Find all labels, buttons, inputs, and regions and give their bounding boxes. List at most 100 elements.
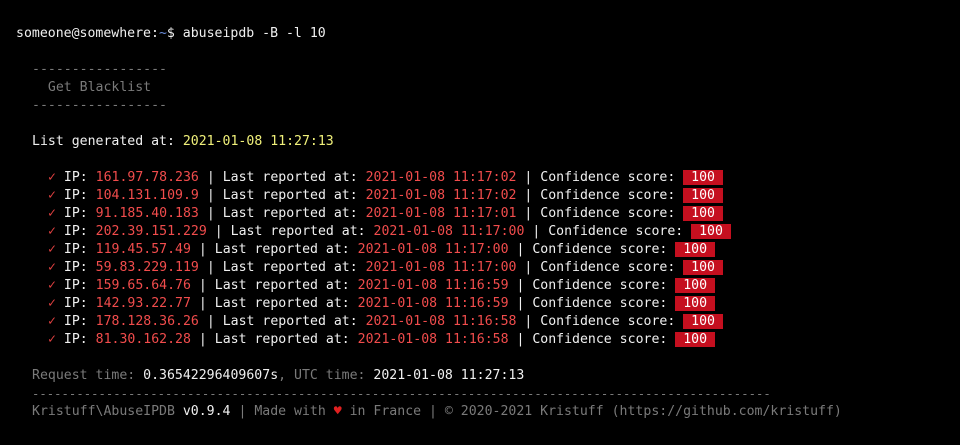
check-icon: ✓ bbox=[48, 206, 56, 221]
ip-label: IP: bbox=[55, 296, 96, 311]
check-icon: ✓ bbox=[48, 260, 56, 275]
ip-address: 159.65.64.76 bbox=[95, 278, 191, 293]
confidence-score-badge: 100 bbox=[675, 332, 715, 347]
generated-timestamp: 2021-01-08 11:27:13 bbox=[182, 134, 334, 149]
check-icon: ✓ bbox=[48, 188, 56, 203]
last-reported-date: 2021-01-08 11:16:59 bbox=[357, 296, 509, 311]
confidence-label: | Confidence score: bbox=[508, 332, 676, 347]
header-rule-bottom: ----------------- bbox=[32, 98, 167, 113]
last-reported-date: 2021-01-08 11:17:01 bbox=[365, 206, 517, 221]
request-line: Request time: 0.36542296409607s, UTC tim… bbox=[32, 367, 524, 385]
ip-label: IP: bbox=[55, 332, 96, 347]
footer-line: Kristuff\AbuseIPDB v0.9.4 | Made with ♥ … bbox=[32, 403, 842, 421]
header-title: Get Blacklist bbox=[32, 80, 152, 95]
last-reported-label: | Last reported at: bbox=[198, 188, 366, 203]
footer-rule: ----------------------------------------… bbox=[32, 387, 771, 401]
check-icon: ✓ bbox=[48, 170, 56, 185]
confidence-label: | Confidence score: bbox=[508, 278, 676, 293]
last-reported-date: 2021-01-08 11:17:02 bbox=[365, 170, 517, 185]
last-reported-label: | Last reported at: bbox=[206, 224, 374, 239]
prompt-dollar: $ bbox=[166, 26, 183, 41]
check-icon: ✓ bbox=[48, 314, 56, 329]
utc-timestamp: 2021-01-08 11:27:13 bbox=[373, 368, 525, 383]
ip-label: IP: bbox=[55, 224, 96, 239]
confidence-score-badge: 100 bbox=[683, 170, 723, 185]
last-reported-date: 2021-01-08 11:17:00 bbox=[365, 260, 517, 275]
confidence-label: | Confidence score: bbox=[524, 224, 692, 239]
table-row: ✓ IP: 91.185.40.183 | Last reported at: … bbox=[48, 205, 723, 223]
confidence-label: | Confidence score: bbox=[508, 296, 676, 311]
last-reported-label: | Last reported at: bbox=[198, 206, 366, 221]
table-row: ✓ IP: 202.39.151.229 | Last reported at:… bbox=[48, 223, 731, 241]
confidence-label: | Confidence score: bbox=[516, 206, 684, 221]
check-icon: ✓ bbox=[48, 278, 56, 293]
confidence-label: | Confidence score: bbox=[516, 260, 684, 275]
confidence-score-badge: 100 bbox=[691, 224, 731, 239]
ip-label: IP: bbox=[55, 188, 96, 203]
table-row: ✓ IP: 59.83.229.119 | Last reported at: … bbox=[48, 259, 723, 277]
confidence-label: | Confidence score: bbox=[516, 188, 684, 203]
header-rule-top: ----------------- bbox=[32, 62, 167, 77]
footer-made-with: | Made with bbox=[230, 404, 334, 419]
confidence-score-badge: 100 bbox=[683, 260, 723, 275]
confidence-score-badge: 100 bbox=[683, 314, 723, 329]
last-reported-date: 2021-01-08 11:17:00 bbox=[357, 242, 509, 257]
last-reported-label: | Last reported at: bbox=[198, 314, 366, 329]
footer-brand: Kristuff\AbuseIPDB bbox=[32, 404, 183, 419]
prompt-colon: : bbox=[150, 26, 159, 41]
check-icon: ✓ bbox=[48, 242, 56, 257]
prompt-command: abuseipdb -B -l 10 bbox=[182, 26, 326, 41]
utc-label: , UTC time: bbox=[278, 368, 374, 383]
last-reported-label: | Last reported at: bbox=[198, 170, 366, 185]
ip-label: IP: bbox=[55, 278, 96, 293]
check-icon: ✓ bbox=[48, 224, 56, 239]
last-reported-label: | Last reported at: bbox=[190, 278, 358, 293]
heart-icon: ♥ bbox=[333, 404, 342, 419]
check-icon: ✓ bbox=[48, 296, 56, 311]
footer-credits[interactable]: in France | © 2020-2021 Kristuff (https:… bbox=[342, 404, 842, 419]
confidence-label: | Confidence score: bbox=[508, 242, 676, 257]
generated-label: List generated at: bbox=[32, 134, 183, 149]
confidence-label: | Confidence score: bbox=[516, 170, 684, 185]
prompt-user-host: someone@somewhere bbox=[16, 26, 151, 41]
prompt-path: ~ bbox=[158, 26, 167, 41]
ip-address: 91.185.40.183 bbox=[95, 206, 199, 221]
footer-version: v0.9.4 bbox=[182, 404, 231, 419]
ip-label: IP: bbox=[55, 242, 96, 257]
table-row: ✓ IP: 159.65.64.76 | Last reported at: 2… bbox=[48, 277, 715, 295]
ip-address: 161.97.78.236 bbox=[95, 170, 199, 185]
request-label: Request time: bbox=[32, 368, 144, 383]
request-duration: 0.36542296409607s bbox=[143, 368, 279, 383]
last-reported-date: 2021-01-08 11:16:58 bbox=[365, 314, 517, 329]
table-row: ✓ IP: 142.93.22.77 | Last reported at: 2… bbox=[48, 295, 715, 313]
last-reported-label: | Last reported at: bbox=[190, 296, 358, 311]
ip-address: 119.45.57.49 bbox=[95, 242, 191, 257]
generated-line: List generated at: 2021-01-08 11:27:13 bbox=[32, 133, 334, 151]
ip-label: IP: bbox=[55, 314, 96, 329]
ip-address: 202.39.151.229 bbox=[95, 224, 207, 239]
confidence-score-badge: 100 bbox=[675, 296, 715, 311]
confidence-score-badge: 100 bbox=[683, 188, 723, 203]
command-prompt[interactable]: someone@somewhere:~$ abuseipdb -B -l 10 bbox=[16, 25, 326, 43]
confidence-score-badge: 100 bbox=[675, 278, 715, 293]
table-row: ✓ IP: 81.30.162.28 | Last reported at: 2… bbox=[48, 331, 715, 349]
check-icon: ✓ bbox=[48, 332, 56, 347]
last-reported-label: | Last reported at: bbox=[190, 332, 358, 347]
ip-label: IP: bbox=[55, 170, 96, 185]
table-row: ✓ IP: 161.97.78.236 | Last reported at: … bbox=[48, 169, 723, 187]
ip-address: 104.131.109.9 bbox=[95, 188, 199, 203]
last-reported-date: 2021-01-08 11:17:00 bbox=[373, 224, 525, 239]
ip-address: 178.128.36.26 bbox=[95, 314, 199, 329]
table-row: ✓ IP: 178.128.36.26 | Last reported at: … bbox=[48, 313, 723, 331]
last-reported-label: | Last reported at: bbox=[198, 260, 366, 275]
last-reported-date: 2021-01-08 11:16:59 bbox=[357, 278, 509, 293]
last-reported-date: 2021-01-08 11:16:58 bbox=[357, 332, 509, 347]
ip-address: 142.93.22.77 bbox=[95, 296, 191, 311]
confidence-score-badge: 100 bbox=[683, 206, 723, 221]
ip-label: IP: bbox=[55, 260, 96, 275]
ip-address: 81.30.162.28 bbox=[95, 332, 191, 347]
ip-label: IP: bbox=[55, 206, 96, 221]
ip-address: 59.83.229.119 bbox=[95, 260, 199, 275]
confidence-score-badge: 100 bbox=[675, 242, 715, 257]
last-reported-label: | Last reported at: bbox=[190, 242, 358, 257]
